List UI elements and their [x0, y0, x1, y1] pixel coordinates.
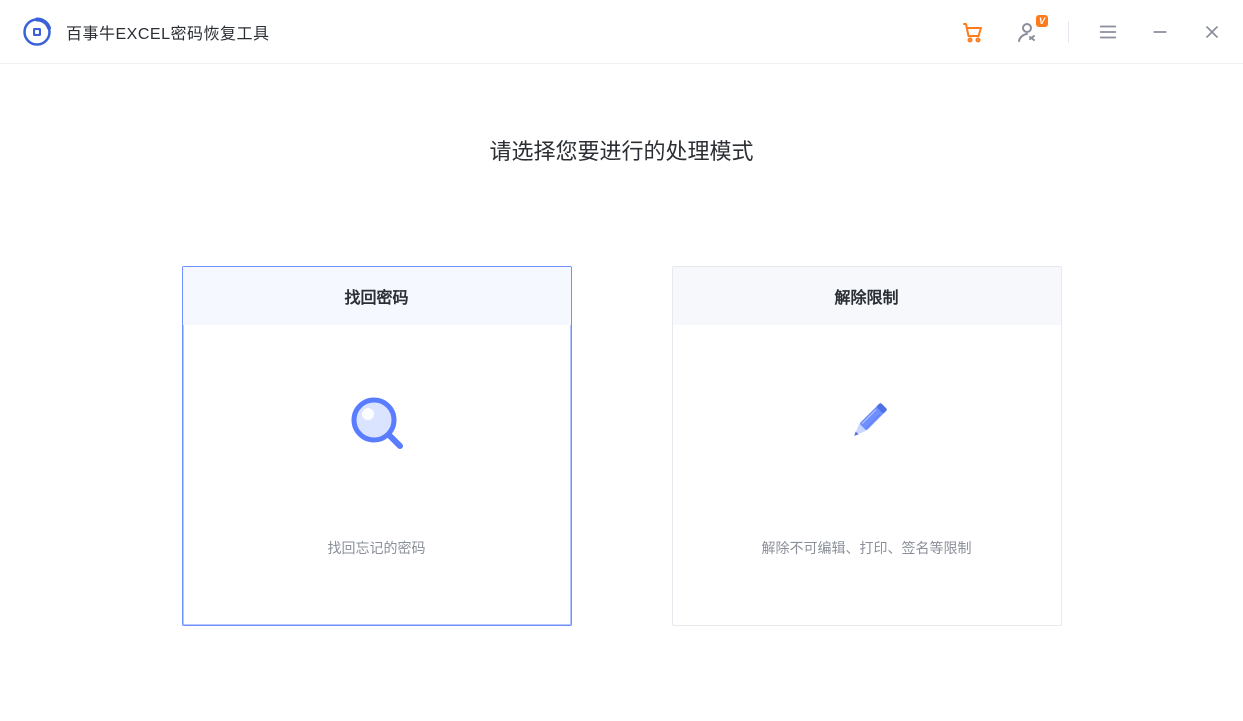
card-recover-password[interactable]: 找回密码 找回忘记的密码: [182, 266, 572, 626]
main-content: 请选择您要进行的处理模式 找回密码 找回忘记的密码 解除限制: [0, 64, 1243, 626]
titlebar-right: V: [960, 19, 1225, 45]
card-unlock-body: 解除不可编辑、打印、签名等限制: [673, 325, 1061, 625]
cart-icon[interactable]: [960, 19, 986, 45]
titlebar-left: 百事牛EXCEL密码恢复工具: [22, 17, 269, 47]
mode-cards: 找回密码 找回忘记的密码 解除限制: [182, 266, 1062, 626]
pencil-icon: [837, 393, 897, 453]
divider: [1068, 21, 1069, 43]
minimize-icon[interactable]: [1147, 19, 1173, 45]
user-vip-badge: V: [1036, 15, 1048, 27]
magnifier-icon: [348, 393, 406, 453]
card-remove-restriction[interactable]: 解除限制 解除不可编辑、打印、签名等限制: [672, 266, 1062, 626]
close-icon[interactable]: [1199, 19, 1225, 45]
user-icon[interactable]: V: [1012, 19, 1042, 45]
page-subtitle: 请选择您要进行的处理模式: [489, 134, 753, 166]
card-recover-title: 找回密码: [183, 267, 571, 325]
menu-icon[interactable]: [1095, 19, 1121, 45]
card-recover-desc: 找回忘记的密码: [328, 538, 426, 558]
titlebar: 百事牛EXCEL密码恢复工具 V: [0, 0, 1243, 64]
card-recover-body: 找回忘记的密码: [183, 325, 571, 625]
app-title: 百事牛EXCEL密码恢复工具: [66, 20, 269, 44]
app-logo-icon: [22, 17, 52, 47]
card-unlock-title: 解除限制: [673, 267, 1061, 325]
card-unlock-desc: 解除不可编辑、打印、签名等限制: [762, 538, 972, 558]
